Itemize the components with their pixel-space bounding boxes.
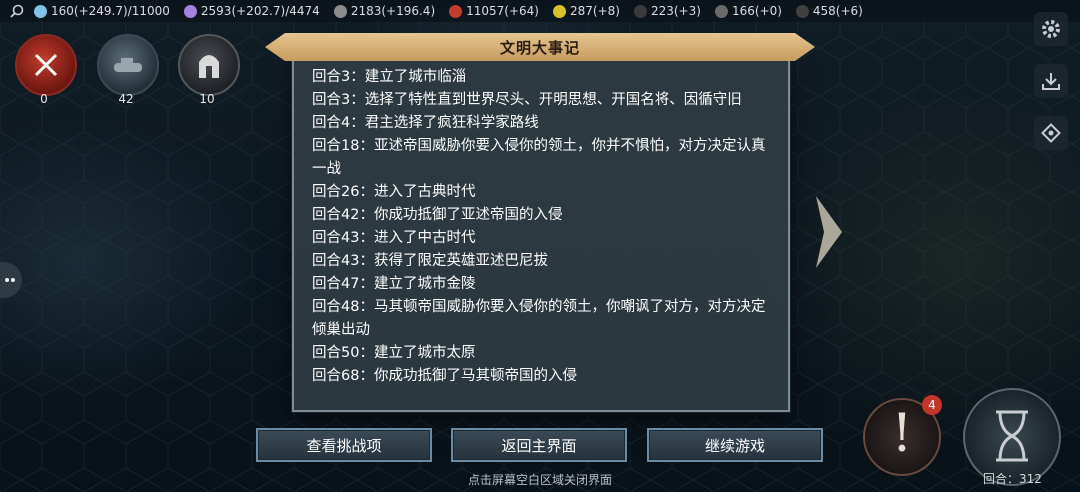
resource-gold: 11057(+64): [449, 4, 539, 18]
vehicle-unit-count: 42: [118, 92, 134, 106]
science-star-icon: [183, 4, 197, 18]
resource-nuclear: 287(+8): [553, 4, 620, 18]
vehicle-unit-button[interactable]: [97, 34, 159, 96]
dialog-title-banner: 文明大事记: [265, 33, 815, 61]
hero-unit-button[interactable]: [178, 34, 240, 96]
steel-icon: [714, 4, 728, 18]
alert-count-badge: 4: [922, 395, 942, 415]
resource-population: 160(+249.7)/11000: [34, 4, 170, 18]
view-challenges-button[interactable]: 查看挑战项: [256, 428, 432, 462]
event-entry: 回合26：进入了古典时代: [312, 184, 476, 200]
tools-icon: [1041, 123, 1061, 143]
resource-steel: 166(+0): [714, 4, 782, 18]
event-entry: 回合47：建立了城市金陵: [312, 276, 476, 292]
hero-unit-count: 10: [199, 92, 215, 106]
army-unit-button[interactable]: [15, 34, 77, 96]
crossed-swords-icon: [34, 53, 58, 77]
resource-bar: 160(+249.7)/11000 2593(+202.7)/4474 2183…: [0, 0, 1080, 22]
next-page-chevron-icon[interactable]: [808, 192, 848, 272]
event-entry: 回合42：你成功抵御了亚述帝国的入侵: [312, 207, 563, 223]
spartan-helmet-icon: [199, 55, 219, 78]
event-entry: 回合50：建立了城市太原: [312, 345, 476, 361]
resource-energy: 458(+6): [795, 4, 863, 18]
population-icon: [34, 4, 47, 18]
hourglass-icon: [996, 410, 1028, 462]
gear-icon: [1042, 20, 1060, 38]
army-unit-count: 0: [40, 92, 48, 106]
return-main-menu-button[interactable]: 返回主界面: [451, 428, 627, 462]
event-entry: 回合43：获得了限定英雄亚述巴尼拔: [312, 253, 548, 269]
event-entry: 回合3：建立了城市临淄: [312, 69, 467, 85]
continue-game-button[interactable]: 继续游戏: [647, 428, 823, 462]
close-hint-text: 点击屏幕空白区域关闭界面: [467, 473, 612, 487]
event-entry: 回合43：进入了中古时代: [312, 230, 476, 246]
tank-icon: [114, 58, 142, 72]
event-entry: 回合68：你成功抵御了马其顿帝国的入侵: [312, 368, 577, 384]
culture-icon: [333, 4, 347, 18]
nuclear-icon: [553, 4, 566, 18]
event-log-list[interactable]: 回合3：建立了城市临淄 回合3：选择了特性直到世界尽头、开明思想、开国名将、因循…: [312, 66, 772, 400]
oil-icon: [633, 4, 647, 18]
turn-counter: 回合：312: [983, 472, 1042, 486]
chat-dots-icon: [5, 278, 15, 282]
tools-button[interactable]: [1034, 116, 1068, 150]
resource-oil: 223(+3): [633, 4, 701, 18]
event-entry: 回合3：选择了特性直到世界尽头、开明思想、开国名将、因循守旧: [312, 92, 742, 108]
gold-icon: [449, 4, 463, 18]
download-icon: [1042, 73, 1060, 90]
download-button[interactable]: [1034, 64, 1068, 98]
resource-culture: 2183(+196.4): [333, 4, 435, 18]
event-entry: 回合4：君主选择了疯狂科学家路线: [312, 115, 539, 131]
event-entry: 回合48：马其顿帝国威胁你要入侵你的领土，你嘲讽了对方，对方决定倾巢出动: [312, 299, 766, 338]
event-entry: 回合18：亚述帝国威胁你要入侵你的领土，你并不惧怕，对方决定认真一战: [312, 138, 766, 177]
resource-science: 2593(+202.7)/4474: [183, 4, 320, 18]
dialog-title: 文明大事记: [499, 38, 580, 57]
search-icon[interactable]: [0, 0, 34, 22]
energy-icon: [795, 4, 809, 18]
settings-button[interactable]: [1034, 12, 1068, 46]
